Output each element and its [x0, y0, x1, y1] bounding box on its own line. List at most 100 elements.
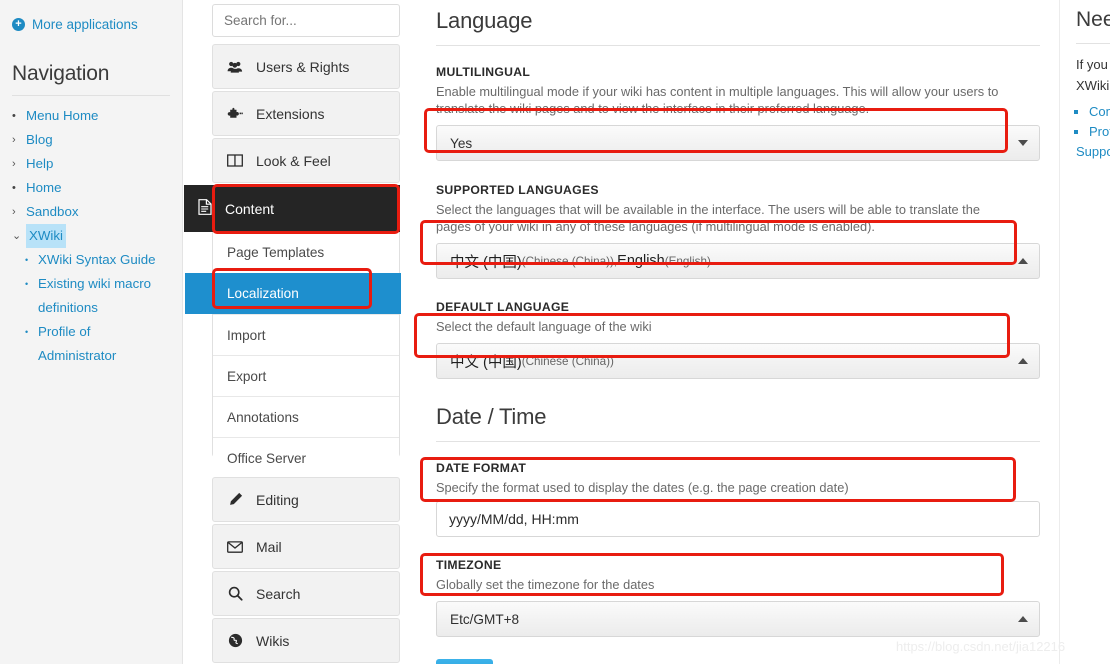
admin-submenu-office-server[interactable]: Office Server [213, 437, 399, 478]
supported-languages-value-english-1: (Chinese (China)), [521, 254, 618, 268]
admin-submenu-label: Localization [227, 286, 299, 301]
default-language-value-native: 中文 (中国) [450, 354, 522, 371]
navigation-divider [12, 95, 170, 96]
supported-languages-value-native: 中文 (中国) [450, 254, 522, 271]
nav-item-label: Menu Home [26, 108, 99, 123]
chevron-up-icon[interactable] [1018, 616, 1028, 622]
admin-menu-users-and-rights[interactable]: Users & Rights [212, 44, 400, 89]
help-panel: Need help? If you need help with XWiki: … [1059, 0, 1110, 664]
admin-menu-label: Wikis [256, 632, 290, 649]
search-input[interactable] [212, 4, 400, 37]
nav-item-blog[interactable]: › Blog [12, 128, 170, 152]
multilingual-hint: Enable multilingual mode if your wiki ha… [436, 84, 999, 116]
admin-submenu-label: Import [227, 327, 266, 343]
navigation-title: Navigation [12, 62, 110, 85]
chevron-up-icon[interactable] [1018, 358, 1028, 364]
help-panel-link-list: Community Professional [1076, 102, 1110, 142]
help-link-support[interactable]: Support [1076, 142, 1110, 162]
nav-subitem-existing-wiki-macro-definitions[interactable]: • Existing wiki macro definitions [25, 272, 170, 320]
more-applications-label: More applications [32, 17, 138, 32]
multilingual-value: Yes [450, 135, 473, 151]
section-divider [436, 45, 1040, 46]
plus-circle-icon: + [12, 18, 25, 31]
admin-submenu-label: Export [227, 368, 267, 384]
help-panel-divider [1076, 43, 1110, 44]
admin-menu-panel: Users & Rights Extensions Look & Feel Co… [184, 0, 401, 664]
nav-subitem-profile-of-administrator[interactable]: • Profile of Administrator [25, 320, 170, 368]
admin-submenu-label: Annotations [227, 409, 299, 425]
file-text-icon [198, 199, 212, 218]
help-panel-title: Need help? [1076, 8, 1110, 31]
supported-languages-select[interactable]: 中文 (中国) (Chinese (China)), English (Engl… [436, 243, 1040, 279]
chevron-up-icon[interactable] [1018, 258, 1028, 264]
nav-subitem-label: Existing wiki macro definitions [38, 276, 152, 315]
language-section-title: Language [436, 8, 533, 33]
nav-item-menu-home[interactable]: • Menu Home [12, 104, 170, 128]
nav-item-help[interactable]: › Help [12, 152, 170, 176]
nav-subitem-xwiki-syntax-guide[interactable]: • XWiki Syntax Guide [25, 248, 170, 272]
help-link-community[interactable]: Community [1089, 102, 1110, 122]
admin-menu-search[interactable]: Search [212, 571, 400, 616]
help-panel-text: If you need help with XWiki: [1076, 57, 1110, 93]
multilingual-select[interactable]: Yes [436, 125, 1040, 161]
help-link-professional[interactable]: Professional [1089, 122, 1110, 142]
left-navigation-panel: + More applications Navigation • Menu Ho… [0, 0, 183, 664]
nav-item-label: Help [26, 156, 54, 171]
main-content-area: Language MULTILINGUAL Enable multilingua… [418, 0, 1058, 664]
chevron-down-icon[interactable]: ⌄ [12, 224, 26, 248]
admin-menu-editing[interactable]: Editing [212, 477, 400, 522]
nav-subitem-label: XWiki Syntax Guide [38, 252, 156, 267]
nav-item-xwiki[interactable]: ⌄ XWiki [12, 224, 170, 248]
nav-item-label: Home [26, 180, 62, 195]
navigation-list: • Menu Home › Blog › Help • Home › Sandb… [12, 104, 170, 368]
admin-submenu-page-templates[interactable]: Page Templates [213, 232, 399, 273]
admin-menu-mail[interactable]: Mail [212, 524, 400, 569]
more-applications-link[interactable]: + More applications [12, 17, 170, 32]
date-format-hint: Specify the format used to display the d… [436, 480, 849, 495]
nav-item-home[interactable]: • Home [12, 176, 170, 200]
admin-menu-look-and-feel[interactable]: Look & Feel [212, 138, 400, 183]
chevron-right-icon[interactable]: › [12, 128, 26, 152]
admin-menu-wikis[interactable]: Wikis [212, 618, 400, 663]
default-language-hint: Select the default language of the wiki [436, 319, 652, 334]
multilingual-label: MULTILINGUAL [436, 65, 531, 79]
bullet-icon: • [12, 110, 16, 122]
nav-item-label: XWiki [26, 224, 66, 248]
nav-item-label: Sandbox [26, 204, 79, 219]
supported-languages-value-native-2: English [617, 253, 665, 269]
chevron-right-icon[interactable]: › [12, 200, 26, 224]
save-button[interactable]: Save [436, 659, 493, 664]
timezone-label: TIMEZONE [436, 558, 502, 572]
chevron-right-icon[interactable]: › [12, 152, 26, 176]
admin-menu-label: Content [225, 200, 275, 217]
date-format-label: DATE FORMAT [436, 461, 527, 475]
timezone-select[interactable]: Etc/GMT+8 [436, 601, 1040, 637]
default-language-label: DEFAULT LANGUAGE [436, 300, 570, 314]
admin-submenu-annotations[interactable]: Annotations [213, 396, 399, 437]
datetime-section-title: Date / Time [436, 404, 547, 429]
default-language-select[interactable]: 中文 (中国) (Chinese (China)) [436, 343, 1040, 379]
supported-languages-value-english-2: (English) [664, 254, 711, 268]
admin-menu-content[interactable]: Content [184, 185, 400, 232]
section-divider [436, 441, 1040, 442]
bullet-icon: • [25, 327, 29, 337]
magnifier-icon [227, 586, 243, 601]
columns-icon [227, 154, 243, 167]
chevron-down-icon[interactable] [1018, 140, 1028, 146]
globe-icon [227, 633, 243, 648]
admin-menu-label: Extensions [256, 105, 325, 122]
nav-item-sandbox[interactable]: › Sandbox [12, 200, 170, 224]
pencil-icon [227, 492, 243, 507]
admin-menu-extensions[interactable]: Extensions [212, 91, 400, 136]
admin-menu-label: Editing [256, 491, 299, 508]
bullet-icon: • [25, 255, 29, 265]
envelope-icon [227, 540, 243, 553]
admin-submenu-export[interactable]: Export [213, 355, 399, 396]
admin-submenu-import[interactable]: Import [213, 314, 399, 355]
nav-sub-list: • XWiki Syntax Guide • Existing wiki mac… [25, 248, 170, 368]
date-format-input[interactable] [436, 501, 1040, 537]
admin-submenu-localization[interactable]: Localization [185, 273, 401, 314]
admin-menu-label: Look & Feel [256, 152, 331, 169]
timezone-hint: Globally set the timezone for the dates [436, 577, 655, 592]
bullet-icon: • [25, 279, 29, 289]
